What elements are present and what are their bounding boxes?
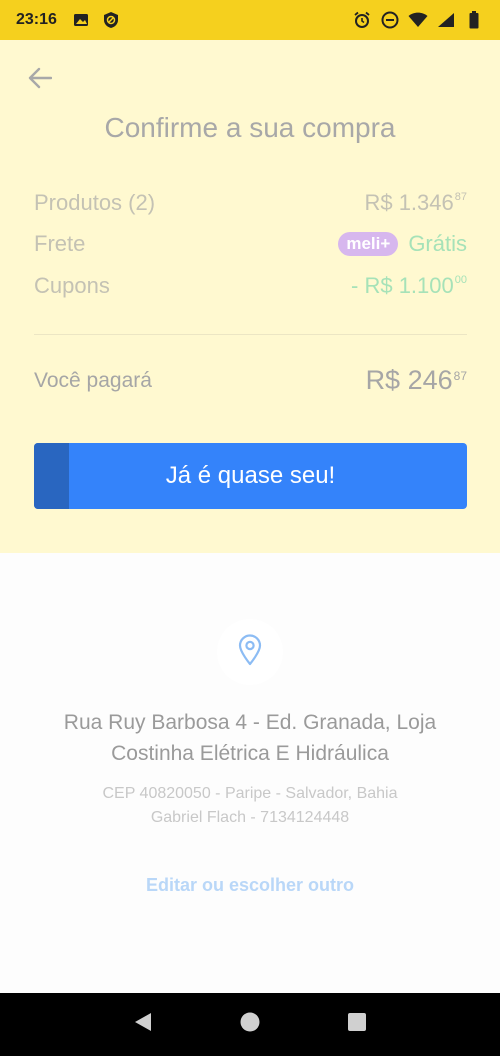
status-icons (344, 10, 484, 30)
wifi-icon (408, 10, 428, 30)
edit-address-link[interactable]: Editar ou escolher outro (0, 875, 500, 896)
nav-recents-button[interactable] (342, 1010, 372, 1040)
total-amount: R$ 246 87 (366, 365, 467, 396)
summary-divider (34, 334, 467, 335)
recents-square-icon (346, 1011, 368, 1038)
nav-back-button[interactable] (128, 1010, 158, 1040)
back-triangle-icon (132, 1011, 154, 1038)
coupons-amount-value: - R$ 1.100 (351, 273, 454, 298)
arrow-left-icon (28, 67, 53, 94)
address-line-1: Rua Ruy Barbosa 4 - Ed. Granada, Loja (63, 711, 437, 734)
shipping-label: Frete (34, 231, 86, 256)
alarm-icon (352, 10, 372, 30)
location-pin-badge (217, 619, 283, 685)
blocked-icon (101, 10, 121, 30)
meli-plus-badge: meli+ (338, 232, 399, 256)
products-amount-cents: 87 (454, 191, 467, 203)
total-row: Você pagará R$ 246 87 (34, 365, 467, 396)
confirmation-panel: Confirme a sua compra Produtos (2) R$ 1.… (0, 40, 500, 553)
total-amount-value: R$ 246 (365, 365, 453, 395)
address-detail-1: CEP 40820050 - Paripe - Salvador, Bahia (102, 785, 398, 802)
products-amount: R$ 1.346 87 (364, 190, 467, 216)
coupons-amount: - R$ 1.100 00 (351, 273, 467, 299)
button-progress-fill (34, 443, 69, 509)
status-bar: 23:16 (0, 0, 500, 40)
shipping-value-group: meli+ Grátis (338, 231, 467, 257)
signal-icon (436, 10, 456, 30)
back-button[interactable] (26, 66, 54, 94)
home-circle-icon (239, 1011, 261, 1038)
shipping-value: Grátis (408, 231, 467, 256)
confirm-purchase-label: Já é quase seu! (165, 462, 336, 489)
navigation-bar (0, 993, 500, 1056)
page-title: Confirme a sua compra (104, 112, 396, 143)
products-label: Produtos (2) (34, 190, 156, 215)
confirm-purchase-button[interactable]: Já é quase seu! (34, 443, 467, 509)
coupons-label: Cupons (34, 273, 110, 298)
do-not-disturb-icon (380, 10, 400, 30)
address-line-2: Costinha Elétrica E Hidráulica (111, 742, 389, 765)
products-row: Produtos (2) R$ 1.346 87 (34, 190, 467, 216)
address-section: Rua Ruy Barbosa 4 - Ed. Granada, Loja Co… (0, 553, 500, 993)
coupons-row: Cupons - R$ 1.100 00 (34, 273, 467, 299)
status-time: 23:16 (16, 11, 57, 28)
coupons-amount-cents: 00 (454, 274, 467, 286)
location-pin-icon (237, 633, 263, 671)
total-label: Você pagará (34, 368, 152, 392)
shipping-row: Frete meli+ Grátis (34, 231, 467, 257)
nav-home-button[interactable] (235, 1010, 265, 1040)
products-amount-value: R$ 1.346 (364, 190, 454, 215)
image-icon (71, 10, 91, 30)
battery-icon (464, 10, 484, 30)
total-amount-cents: 87 (453, 369, 467, 383)
address-detail-2: Gabriel Flach - 7134124448 (150, 809, 350, 826)
